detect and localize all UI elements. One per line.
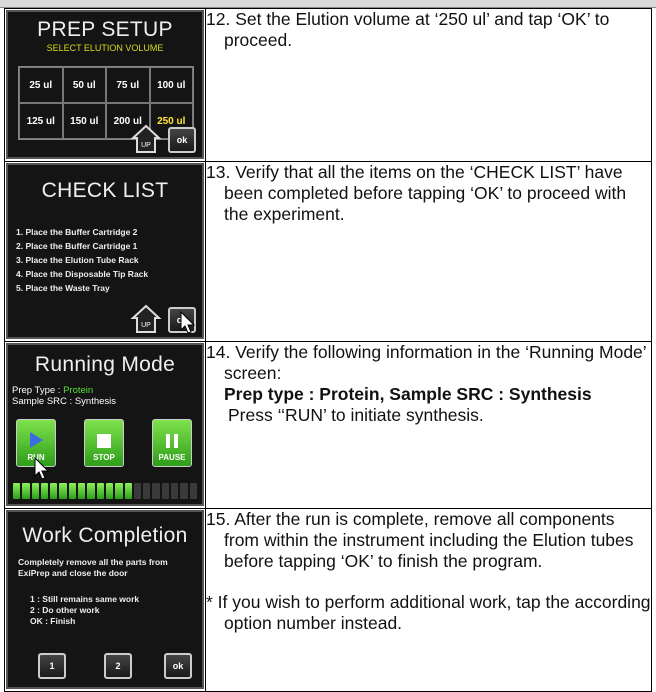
step-text-cell: 12. Set the Elution volume at ‘250 ul’ a… xyxy=(205,8,652,162)
step-row-14: Running Mode Prep Type : Protein Sample … xyxy=(4,341,652,509)
prep-type-label: Prep Type : xyxy=(12,385,61,396)
screen-title: PREP SETUP xyxy=(37,18,173,41)
svg-text:UP: UP xyxy=(141,142,151,149)
checklist-item: 1. Place the Buffer Cartridge 2 xyxy=(16,227,138,237)
step-instruction: 14. Verify the following information in … xyxy=(206,342,647,383)
checklist-item: 4. Place the Disposable Tip Rack xyxy=(16,269,149,279)
step-instruction: 12. Set the Elution volume at ‘250 ul’ a… xyxy=(206,9,610,50)
screen-title: Running Mode xyxy=(34,353,176,376)
progress-segment xyxy=(189,483,197,499)
stop-button[interactable]: STOP xyxy=(84,419,124,467)
svg-text:UP: UP xyxy=(141,322,151,329)
progress-segment xyxy=(143,483,151,499)
run-instruction: Press ‘‘RUN’ to initiate synthesis. xyxy=(228,405,484,425)
progress-segment xyxy=(22,483,30,499)
progress-segment xyxy=(124,483,132,499)
pause-button[interactable]: PAUSE xyxy=(152,419,192,467)
progress-segment xyxy=(96,483,104,499)
progress-segment xyxy=(161,483,170,499)
run-info-highlight: Prep type : Protein, Sample SRC : Synthe… xyxy=(224,384,592,404)
step-instruction: 15. After the run is complete, remove al… xyxy=(206,509,634,571)
sample-src-value: Synthesis xyxy=(74,396,117,407)
screenshot-cell: CHECK LIST 1. Place the Buffer Cartridge… xyxy=(4,161,206,342)
progress-segment xyxy=(31,483,39,499)
prep-setup-screen: PREP SETUP SELECT ELUTION VOLUME 25 ul 5… xyxy=(6,10,204,159)
step-row-13: CHECK LIST 1. Place the Buffer Cartridge… xyxy=(4,161,652,342)
volume-option[interactable]: 125 ul xyxy=(19,103,63,139)
progress-segment xyxy=(115,483,123,499)
stop-button-label: STOP xyxy=(93,453,115,462)
progress-segment xyxy=(78,483,86,499)
progress-segment xyxy=(133,483,142,499)
completion-options: 1 : Still remains same work 2 : Do other… xyxy=(30,594,139,627)
checklist-item: 2. Place the Buffer Cartridge 1 xyxy=(16,241,138,251)
option-line: 1 : Still remains same work xyxy=(30,594,140,604)
prep-type-value: Protein xyxy=(63,385,94,396)
screen-title: Work Completion xyxy=(22,524,188,547)
pause-button-label: PAUSE xyxy=(158,453,186,462)
checklist-items: 1. Place the Buffer Cartridge 2 2. Place… xyxy=(16,225,148,295)
step-row-15: Work Completion Completely remove all th… xyxy=(4,508,652,692)
option-line: OK : Finish xyxy=(30,616,76,626)
step-text-cell: 13. Verify that all the items on the ‘CH… xyxy=(205,161,652,342)
progress-segment xyxy=(13,483,21,499)
step-note: * If you wish to perform additional work… xyxy=(206,592,651,633)
pointer-cursor-icon xyxy=(34,457,50,480)
completion-message: Completely remove all the parts from Exi… xyxy=(18,557,168,578)
progress-segment xyxy=(87,483,95,499)
check-list-screen: CHECK LIST 1. Place the Buffer Cartridge… xyxy=(6,163,204,339)
step-text-cell: 14. Verify the following information in … xyxy=(205,341,652,509)
top-border xyxy=(0,0,656,8)
ok-button[interactable]: ok xyxy=(164,653,192,679)
home-icon[interactable]: UP xyxy=(130,303,162,335)
run-info: Prep Type : Protein Sample SRC : Synthes… xyxy=(12,385,116,407)
volume-option[interactable]: 100 ul xyxy=(149,67,193,103)
step-text-cell: 15. After the run is complete, remove al… xyxy=(205,508,652,692)
play-icon xyxy=(30,432,43,448)
work-completion-screen: Work Completion Completely remove all th… xyxy=(6,510,204,689)
running-mode-screen: Running Mode Prep Type : Protein Sample … xyxy=(6,343,204,506)
stop-icon xyxy=(97,434,111,448)
option-line: 2 : Do other work xyxy=(30,605,100,615)
run-progress-bar xyxy=(13,483,197,499)
home-icon[interactable]: UP xyxy=(130,123,162,155)
document-page: PREP SETUP SELECT ELUTION VOLUME 25 ul 5… xyxy=(0,0,656,692)
pause-icon xyxy=(166,434,178,448)
volume-option[interactable]: 150 ul xyxy=(62,103,106,139)
step-row-12: PREP SETUP SELECT ELUTION VOLUME 25 ul 5… xyxy=(4,8,652,162)
progress-segment xyxy=(105,483,114,499)
progress-segment xyxy=(152,483,160,499)
volume-option[interactable]: 75 ul xyxy=(106,67,150,103)
progress-segment xyxy=(68,483,77,499)
screen-title: CHECK LIST xyxy=(41,179,169,202)
progress-segment xyxy=(50,483,58,499)
checklist-item: 5. Place the Waste Tray xyxy=(16,283,110,293)
progress-segment xyxy=(40,483,49,499)
screenshot-cell: Work Completion Completely remove all th… xyxy=(4,508,206,692)
progress-segment xyxy=(171,483,179,499)
volume-option[interactable]: 25 ul xyxy=(19,67,63,103)
screenshot-cell: PREP SETUP SELECT ELUTION VOLUME 25 ul 5… xyxy=(4,8,206,162)
pointer-cursor-icon xyxy=(180,311,196,334)
sample-src-label: Sample SRC : xyxy=(12,396,73,407)
ok-button[interactable]: ok xyxy=(168,127,196,153)
option-1-button[interactable]: 1 xyxy=(38,653,66,679)
option-2-button[interactable]: 2 xyxy=(104,653,132,679)
screen-subtitle: SELECT ELUTION VOLUME xyxy=(46,43,164,53)
volume-option[interactable]: 50 ul xyxy=(62,67,106,103)
screenshot-cell: Running Mode Prep Type : Protein Sample … xyxy=(4,341,206,509)
checklist-item: 3. Place the Elution Tube Rack xyxy=(16,255,139,265)
progress-segment xyxy=(59,483,67,499)
progress-segment xyxy=(180,483,188,499)
steps-table: PREP SETUP SELECT ELUTION VOLUME 25 ul 5… xyxy=(4,8,652,692)
step-instruction: 13. Verify that all the items on the ‘CH… xyxy=(206,162,627,224)
